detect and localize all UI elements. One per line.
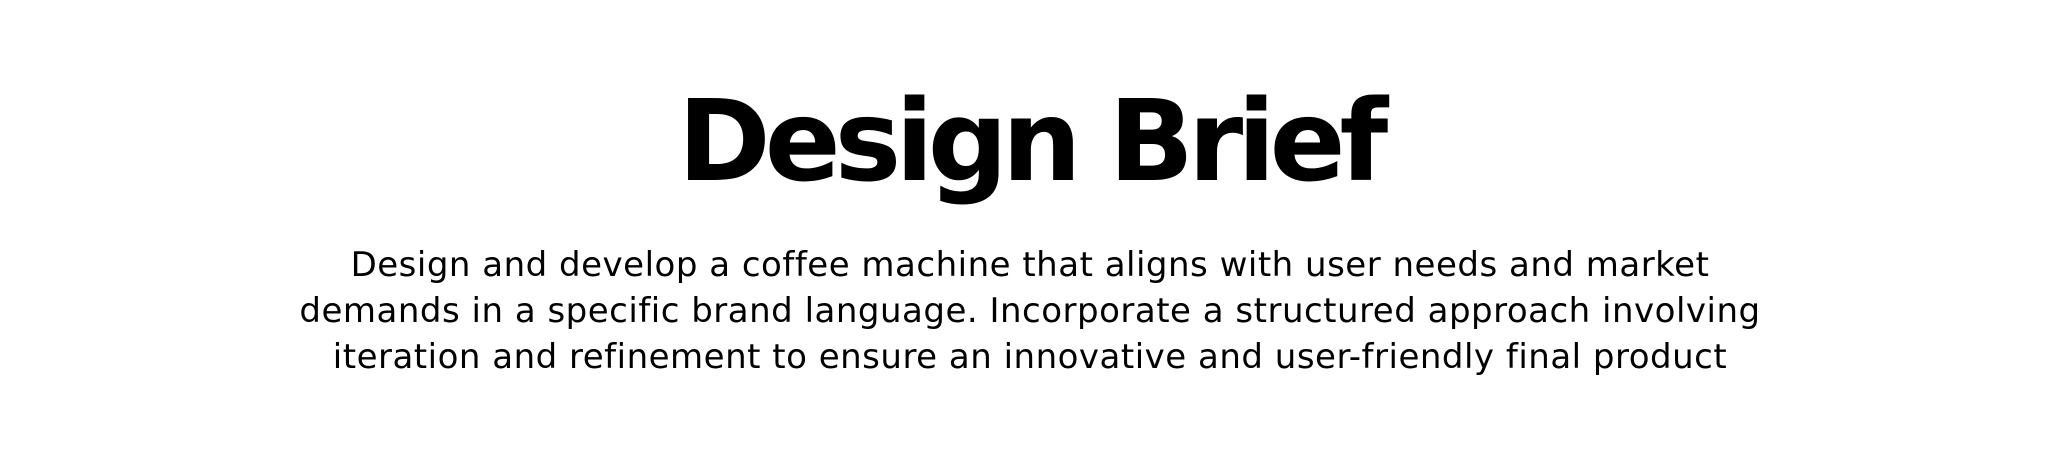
page-title: Design Brief <box>677 77 1389 207</box>
brief-description-line: Design and develop a coffee machine that… <box>350 245 1710 285</box>
design-brief-section: Design Brief Design and develop a coffee… <box>0 0 2060 452</box>
brief-description-line: demands in a specific brand language. In… <box>299 291 1761 331</box>
brief-description: Design and develop a coffee machine that… <box>230 242 1830 380</box>
brief-description-line: iteration and refinement to ensure an in… <box>332 337 1728 377</box>
